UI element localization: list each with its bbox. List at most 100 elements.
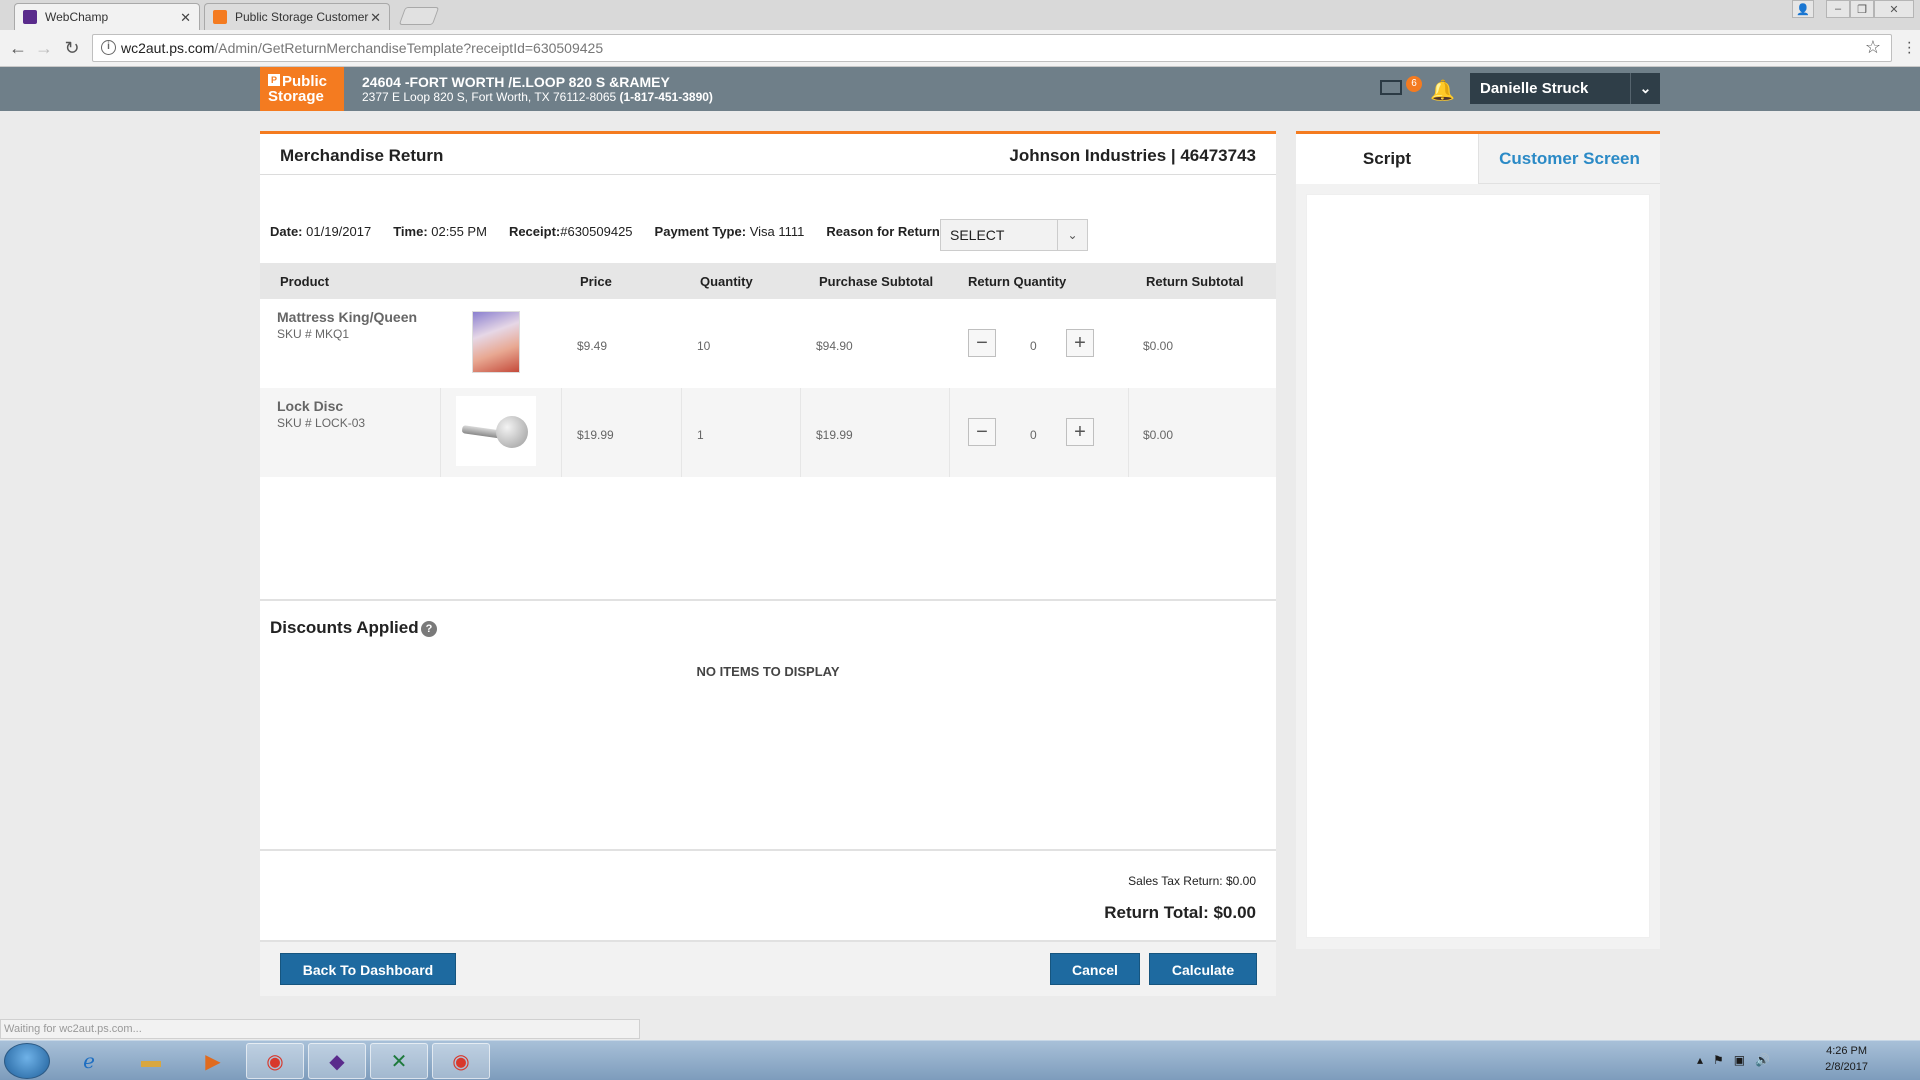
chevron-down-icon[interactable]: ⌄ [1057,220,1087,250]
store-title: 24604 -FORT WORTH /E.LOOP 820 S &RAMEY [362,74,670,90]
webchamp-favicon-icon [23,10,37,24]
product-name: Lock Disc [277,398,344,414]
date-value: 01/19/2017 [306,224,372,239]
tab-title: Public Storage Customer [235,10,369,24]
increase-quantity-button[interactable]: + [1066,418,1094,446]
divider [561,388,562,477]
url-path: /Admin/GetReturnMerchandiseTemplate?rece… [214,40,604,56]
chevron-down-icon[interactable]: ⌄ [1630,73,1660,104]
divider [1128,388,1129,477]
col-price: Price [580,274,612,289]
reload-icon[interactable]: ↻ [60,36,84,60]
payment-info: Payment Type: Visa 1111 [655,224,805,239]
logo-mark-icon: P [268,74,280,86]
quantity: 1 [697,428,704,442]
tab-script[interactable]: Script [1296,134,1478,184]
chrome-icon[interactable]: ◉ [432,1043,490,1079]
price: $19.99 [577,428,614,442]
payment-label: Payment Type: [654,224,747,239]
java-ee-ide-icon[interactable]: ◆ [308,1043,366,1079]
product-name: Mattress King/Queen [277,309,418,325]
col-return-subtotal: Return Subtotal [1146,274,1244,289]
decrease-quantity-button[interactable]: − [968,418,996,446]
start-button[interactable] [4,1043,50,1079]
new-tab-button[interactable] [398,7,440,25]
divider [260,599,1276,601]
receipt-value: #630509425 [560,224,633,239]
bell-icon[interactable]: 🔔 [1430,78,1455,103]
increase-quantity-button[interactable]: + [1066,329,1094,357]
excel-icon[interactable]: ✕ [370,1043,428,1079]
browser-menu-icon[interactable]: · · · [1907,35,1912,61]
back-to-dashboard-button[interactable]: Back To Dashboard [280,953,456,985]
sales-tax-return: Sales Tax Return: $0.00 [1128,874,1256,888]
payment-value: Visa 1111 [749,224,805,239]
divider [260,849,1276,851]
divider [440,388,441,477]
minimize-icon[interactable]: – [1826,0,1850,18]
browser-toolbar: ← → ↻ i wc2aut.ps.com/Admin/GetReturnMer… [0,30,1920,67]
windows-taskbar: ℯ ▬ ▶ ◉ ◆ ✕ ◉ ▴⚑▣🔊 4:26 PM 2/8/2017 [0,1040,1920,1080]
tab-customer-screen[interactable]: Customer Screen [1478,134,1660,184]
back-arrow-icon[interactable]: ← [6,36,30,60]
restore-icon[interactable]: ❐ [1850,0,1874,18]
lock-shape [496,416,528,448]
public-storage-logo[interactable]: P Public Storage [260,67,344,111]
date-label: Date: [270,224,303,239]
profile-icon[interactable]: 👤 [1792,0,1814,18]
file-explorer-icon[interactable]: ▬ [122,1043,180,1079]
mattress-cover-image [472,311,520,373]
price: $9.49 [577,339,608,353]
site-info-icon[interactable]: i [101,40,116,55]
cancel-button[interactable]: Cancel [1050,953,1140,985]
address-bar[interactable]: i wc2aut.ps.com/Admin/GetReturnMerchandi… [92,34,1892,62]
mail-count-badge: 6 [1406,76,1422,92]
col-return-quantity: Return Quantity [968,274,1067,289]
store-address-text: 2377 E Loop 820 S, Fort Worth, TX 76112-… [362,90,617,104]
logo-text-line2: Storage [268,88,324,105]
lock-disc-image [456,396,536,466]
time-label: Time: [393,224,428,239]
clock[interactable]: 4:26 PM 2/8/2017 [1825,1043,1868,1075]
close-window-icon[interactable]: ✕ [1874,0,1914,18]
close-tab-icon[interactable]: ✕ [370,10,381,26]
col-quantity: Quantity [700,274,753,289]
purchase-subtotal: $94.90 [816,339,853,353]
user-menu-dropdown[interactable]: Danielle Struck ⌄ [1470,73,1660,104]
public-storage-favicon-icon [213,10,227,24]
media-player-icon[interactable]: ▶ [184,1043,242,1079]
product-sku: SKU # LOCK-03 [277,416,366,430]
close-tab-icon[interactable]: ✕ [180,10,191,26]
return-total: Return Total: $0.00 [1104,903,1256,922]
clock-time: 4:26 PM [1826,1045,1868,1057]
browser-tabstrip: WebChamp ✕ Public Storage Customer ✕ 👤 –… [0,0,1920,30]
return-subtotal: $0.00 [1143,339,1174,353]
divider [949,388,950,477]
browser-tab-webchamp[interactable]: WebChamp ✕ [14,3,200,30]
col-product: Product [280,274,330,289]
product-sku: SKU # MKQ1 [277,327,350,341]
system-tray-icons[interactable]: ▴⚑▣🔊 [1697,1053,1780,1067]
decrease-quantity-button[interactable]: − [968,329,996,357]
return-quantity-value: 0 [1030,339,1037,353]
script-content [1306,194,1650,938]
user-name: Danielle Struck [1480,80,1589,97]
time-info: Time: 02:55 PM [393,224,487,239]
browser-tab-customer[interactable]: Public Storage Customer ✕ [204,3,390,30]
clock-date: 2/8/2017 [1825,1061,1868,1073]
store-phone: (1-817-451-3890) [619,90,713,104]
calculate-button[interactable]: Calculate [1149,953,1257,985]
chrome-icon[interactable]: ◉ [246,1043,304,1079]
internet-explorer-icon[interactable]: ℯ [60,1043,118,1079]
receipt-info: Receipt:#630509425 [509,224,633,239]
forward-arrow-icon[interactable]: → [32,36,56,60]
mail-icon[interactable] [1380,80,1402,95]
quantity: 10 [697,339,711,353]
help-icon[interactable]: ? [421,621,437,637]
account-name: Johnson Industries | 46473743 [1009,146,1256,165]
receipt-label: Receipt: [508,224,561,239]
tab-title: WebChamp [45,10,109,24]
panel-footer: Back To Dashboard Cancel Calculate [260,940,1276,996]
reason-for-return-select[interactable]: SELECT ⌄ [940,219,1088,251]
bookmark-star-icon[interactable]: ☆ [1865,37,1881,58]
